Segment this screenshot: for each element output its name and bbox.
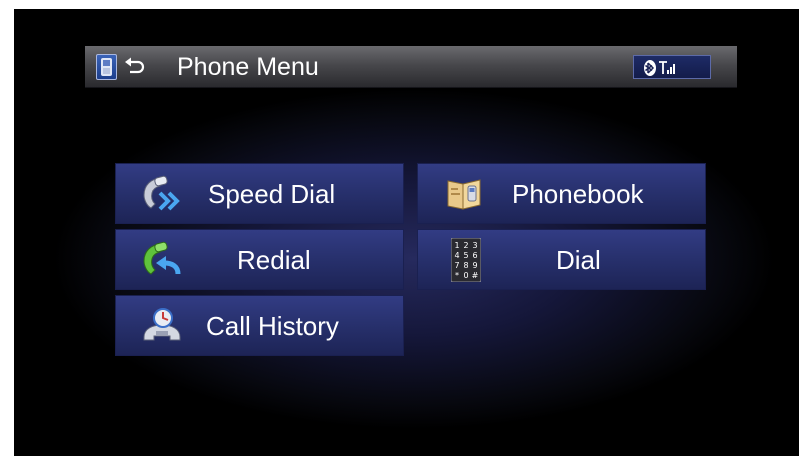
call-history-button[interactable]: Call History (115, 295, 404, 356)
bluetooth-icon (644, 60, 656, 76)
page-title: Phone Menu (177, 53, 319, 81)
keypad-digit: # (472, 271, 479, 280)
keypad-digit: 1 (454, 241, 459, 250)
phonebook-label: Phonebook (512, 179, 644, 209)
keypad-digit: 9 (472, 261, 477, 270)
keypad-digit: 8 (463, 261, 468, 270)
connection-status (633, 55, 711, 79)
call-history-label: Call History (206, 311, 339, 341)
phonebook-icon (442, 175, 486, 213)
keypad-icon: 1 2 3 4 5 6 7 8 9 * 0 # (450, 237, 495, 283)
speed-dial-label: Speed Dial (208, 179, 336, 209)
dial-button[interactable]: 1 2 3 4 5 6 7 8 9 * 0 # Dial (417, 229, 706, 290)
keypad-digit: 6 (472, 251, 477, 260)
call-history-icon (140, 307, 184, 345)
dial-label: Dial (556, 245, 601, 275)
keypad-digit: * (455, 271, 459, 280)
keypad-digit: 4 (454, 251, 459, 260)
phone-menu-screen: Phone Menu Speed Dial Phonebook Redial 1… (14, 9, 799, 456)
speed-dial-button[interactable]: Speed Dial (115, 163, 404, 224)
redial-label: Redial (237, 245, 311, 275)
title-bar: Phone Menu (85, 46, 737, 88)
back-arrow-icon[interactable] (123, 56, 145, 83)
signal-strength-icon (659, 61, 675, 74)
speed-dial-icon (140, 175, 184, 213)
phonebook-button[interactable]: Phonebook (417, 163, 706, 224)
phone-icon (96, 54, 117, 80)
keypad-digit: 7 (454, 261, 459, 270)
keypad-digit: 5 (463, 251, 468, 260)
redial-icon (140, 241, 184, 279)
keypad-digit: 0 (463, 271, 468, 280)
keypad-digit: 2 (463, 241, 468, 250)
redial-button[interactable]: Redial (115, 229, 404, 290)
keypad-digit: 3 (472, 241, 477, 250)
